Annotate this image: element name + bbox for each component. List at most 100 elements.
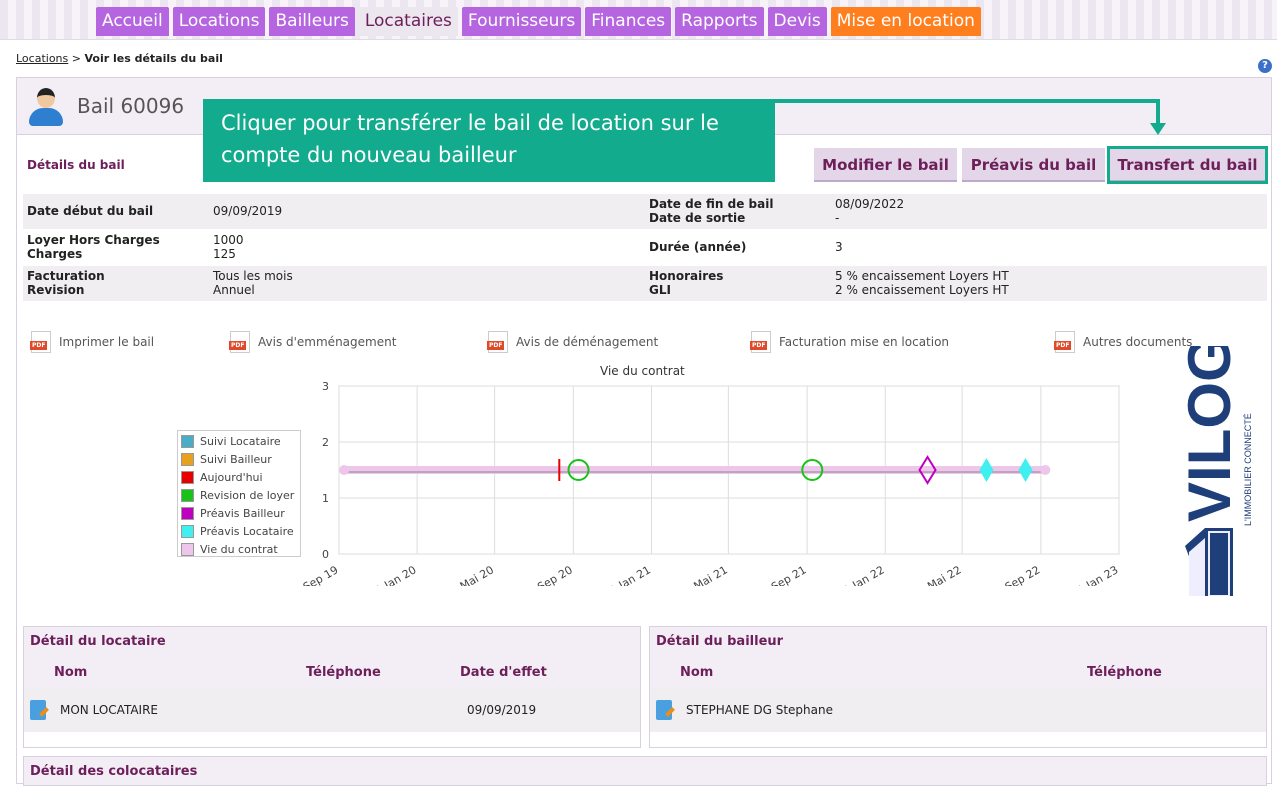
legend-item[interactable]: Préavis Locataire [181,522,297,540]
info-row-loyer: Loyer Hors Charges Charges 1000 125 Duré… [23,230,1267,265]
x-tick-label: 1 Mai 21 [682,563,729,586]
pdf-icon [750,331,771,353]
edit-icon[interactable] [656,700,672,720]
date-debut-label: Date début du bail [27,204,154,218]
doc-label: Avis de déménagement [516,335,659,349]
other-documents-link[interactable]: Autres documents [1054,331,1192,353]
help-icon[interactable]: ? [1258,59,1272,73]
legend-item[interactable]: Vie du contrat [181,540,297,558]
date-sortie-label: Date de sortie [649,211,746,225]
x-tick-label: 1 Jan 21 [608,563,653,586]
doc-label: Facturation mise en location [779,335,950,349]
top-banner: Accueil Locations Bailleurs Locataires F… [0,0,1277,40]
main-nav: Accueil Locations Bailleurs Locataires F… [96,7,981,36]
callout-arrow-line-vertical [1156,99,1160,125]
breadcrumb-link-locations[interactable]: Locations [16,52,68,65]
facturation-value: Tous les mois [213,269,293,283]
rental-invoice-link[interactable]: Facturation mise en location [750,331,950,353]
tenant-effective-date: 09/09/2019 [467,703,537,717]
nav-tab-locations[interactable]: Locations [172,7,266,36]
legend-label: Préavis Bailleur [200,506,285,520]
y-tick-label: 1 [322,492,329,505]
x-tick-label: 1 Sep 21 [760,563,809,586]
x-tick-label: 1 Sep 19 [292,563,341,586]
doc-label: Avis d'emménagement [258,335,397,349]
honoraires-value: 5 % encaissement Loyers HT [835,269,1009,283]
nav-tab-finances[interactable]: Finances [585,7,672,36]
tenant-table-header: Nom Téléphone Date d'effet [24,658,640,688]
legend-item[interactable]: Aujourd'hui [181,468,297,486]
col-header-nom: Nom [680,665,714,680]
landlord-table-header: Nom Téléphone [650,658,1266,688]
duree-label: Durée (année) [649,240,747,254]
loyer-value: 1000 [213,233,244,247]
tenant-name: MON LOCATAIRE [60,703,159,717]
pdf-icon [229,331,250,353]
breadcrumb: Locations > Voir les détails du bail [16,52,223,65]
move-in-notice-link[interactable]: Avis d'emménagement [229,331,397,353]
y-tick-label: 0 [322,548,329,561]
legend-swatch [181,524,194,538]
x-tick-label: 1 Sep 22 [994,563,1043,586]
contract-life-chart: 1 Sep 19 1 Jan 20 1 Mai 20 1 Sep 20 1 Jan 21… [292,380,1121,586]
gli-label: GLI [649,283,671,297]
edit-icon[interactable] [30,700,46,720]
co-tenants-panel-title: Détail des colocataires [23,756,1267,786]
contract-end-point [1040,465,1051,475]
date-sortie-value: - [835,211,840,225]
nav-tab-accueil[interactable]: Accueil [96,7,169,36]
legend-label: Suivi Locataire [200,434,281,448]
callout-arrow-line [775,99,1159,103]
duree-value: 3 [835,240,843,254]
notice-lease-button[interactable]: Préavis du bail [962,148,1105,182]
pdf-icon [30,331,51,353]
y-tick-label: 3 [322,380,329,393]
print-lease-link[interactable]: Imprimer le bail [30,331,154,353]
user-avatar-icon [29,88,63,126]
breadcrumb-current: Voir les détails du bail [84,52,223,65]
contract-start-point [339,465,350,475]
legend-item[interactable]: Revision de loyer [181,486,297,504]
legend-item[interactable]: Préavis Bailleur [181,504,297,522]
transfer-lease-button[interactable]: Transfert du bail [1107,146,1268,184]
legend-swatch [181,542,194,556]
tenant-panel-title: Détail du locataire [24,627,640,658]
legend-swatch [181,452,194,466]
info-row-dates: Date début du bail 09/09/2019 Date de fi… [23,194,1267,229]
move-out-notice-link[interactable]: Avis de déménagement [487,331,659,353]
modify-lease-button[interactable]: Modifier le bail [814,148,957,182]
vilogi-logo-mark [1185,528,1233,596]
nav-tab-bailleurs[interactable]: Bailleurs [269,7,355,36]
legend-label: Suivi Bailleur [200,452,272,466]
legend-label: Préavis Locataire [200,524,294,538]
legend-item[interactable]: Suivi Locataire [181,432,297,450]
legend-swatch [181,434,194,448]
info-row-facturation: Facturation Revision Tous les mois Annue… [23,266,1267,301]
legend-label: Vie du contrat [200,542,278,556]
callout-arrow-head-icon [1150,123,1166,135]
legend-item[interactable]: Suivi Bailleur [181,450,297,468]
nav-tab-devis[interactable]: Devis [767,7,827,36]
x-tick-label: 1 Jan 23 [1075,563,1120,586]
legend-swatch [181,488,194,502]
date-debut-value: 09/09/2019 [213,204,283,218]
chart-legend: Suivi Locataire Suivi Bailleur Aujourd'hui… [177,430,301,557]
x-tick-label: 1 Sep 20 [526,563,575,586]
date-fin-value: 08/09/2022 [835,197,905,211]
gli-value: 2 % encaissement Loyers HT [835,283,1009,297]
facturation-label: Facturation [27,269,105,283]
loyer-label: Loyer Hors Charges [27,233,160,247]
y-tick-label: 2 [322,436,329,449]
nav-tab-locataires[interactable]: Locataires [358,7,458,36]
date-fin-label: Date de fin de bail [649,197,774,211]
legend-swatch [181,470,194,484]
x-tick-label: 1 Jan 22 [841,563,886,586]
tutorial-callout: Cliquer pour transférer le bail de locat… [203,99,775,182]
nav-tab-rapports[interactable]: Rapports [675,7,764,36]
page-title: Bail 60096 [77,94,185,118]
details-label: Détails du bail [27,158,125,172]
nav-tab-mise-en-location[interactable]: Mise en location [830,7,981,36]
table-row: MON LOCATAIRE 09/09/2019 [24,688,640,732]
nav-tab-fournisseurs[interactable]: Fournisseurs [461,7,582,36]
breadcrumb-separator: > [68,52,85,65]
